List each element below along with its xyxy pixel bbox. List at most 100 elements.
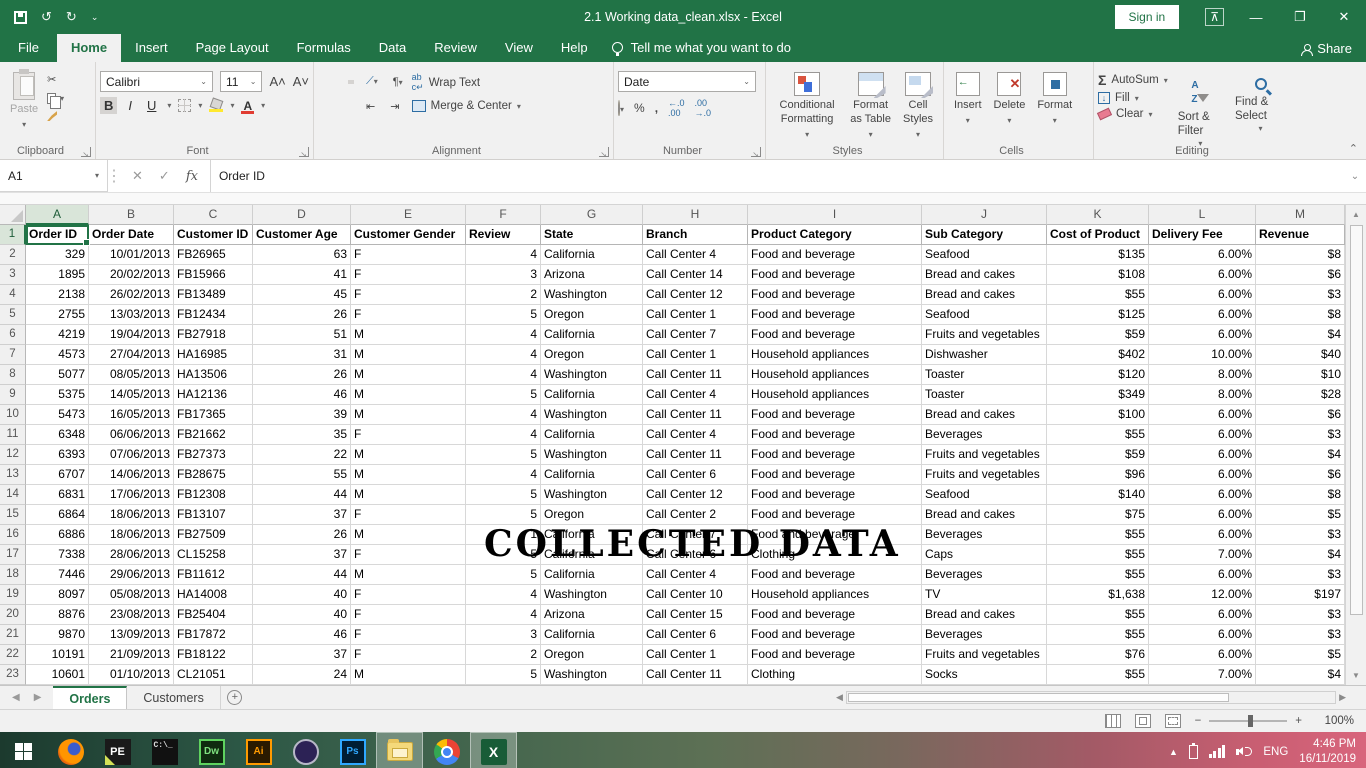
cell-M15[interactable]: $5 (1256, 505, 1345, 525)
close-button[interactable]: ✕ (1322, 0, 1366, 34)
zoom-slider-thumb[interactable] (1248, 715, 1253, 727)
cell-A11[interactable]: 6348 (26, 425, 89, 445)
cell-A2[interactable]: 329 (26, 245, 89, 265)
cell-C23[interactable]: CL21051 (174, 665, 253, 685)
cell-C18[interactable]: FB11612 (174, 565, 253, 585)
cell-H14[interactable]: Call Center 12 (643, 485, 748, 505)
next-sheet-icon[interactable]: ▶ (34, 692, 42, 703)
cell-H1[interactable]: Branch (643, 225, 748, 245)
cell-B4[interactable]: 26/02/2013 (89, 285, 174, 305)
cell-B17[interactable]: 28/06/2013 (89, 545, 174, 565)
cell-H9[interactable]: Call Center 4 (643, 385, 748, 405)
cell-F9[interactable]: 5 (466, 385, 541, 405)
cell-J2[interactable]: Seafood (922, 245, 1047, 265)
cell-M4[interactable]: $3 (1256, 285, 1345, 305)
cell-K21[interactable]: $55 (1047, 625, 1149, 645)
cell-D23[interactable]: 24 (253, 665, 351, 685)
cell-A6[interactable]: 4219 (26, 325, 89, 345)
text-direction-button[interactable]: ¶▾ (390, 74, 406, 90)
increase-decimal-button[interactable]: ←.0.00 (668, 98, 685, 118)
cell-I14[interactable]: Food and beverage (748, 485, 922, 505)
cell-H6[interactable]: Call Center 7 (643, 325, 748, 345)
cell-L22[interactable]: 6.00% (1149, 645, 1256, 665)
cell-A3[interactable]: 1895 (26, 265, 89, 285)
cell-A5[interactable]: 2755 (26, 305, 89, 325)
clock[interactable]: 4:46 PM 16/11/2019 (1299, 737, 1356, 766)
cell-K3[interactable]: $108 (1047, 265, 1149, 285)
cell-A20[interactable]: 8876 (26, 605, 89, 625)
shrink-font-button[interactable]: A˅ (293, 74, 309, 89)
row-header-14[interactable]: 14 (0, 485, 26, 505)
ribbon-tab-home[interactable]: Home (57, 34, 121, 62)
cell-F17[interactable]: 5 (466, 545, 541, 565)
italic-button[interactable]: I (124, 97, 136, 114)
align-right-button[interactable] (348, 105, 354, 109)
cell-J13[interactable]: Fruits and vegetables (922, 465, 1047, 485)
zoom-slider[interactable] (1209, 720, 1287, 722)
row-header-5[interactable]: 5 (0, 305, 26, 325)
file-explorer-taskbar-icon[interactable] (376, 732, 423, 768)
zoom-out-button[interactable]: − (1195, 715, 1202, 727)
row-header-13[interactable]: 13 (0, 465, 26, 485)
autosum-button[interactable]: Σ AutoSum▾ (1098, 72, 1168, 88)
middle-align-button[interactable] (333, 80, 339, 84)
cell-B15[interactable]: 18/06/2013 (89, 505, 174, 525)
dreamweaver-taskbar-icon[interactable]: Dw (188, 732, 235, 768)
tell-me-box[interactable]: Tell me what you want to do (602, 40, 801, 62)
insert-cells-button[interactable]: Insert▾ (948, 68, 988, 129)
ribbon-tab-view[interactable]: View (491, 34, 547, 62)
cell-M8[interactable]: $10 (1256, 365, 1345, 385)
cell-B13[interactable]: 14/06/2013 (89, 465, 174, 485)
cell-I16[interactable]: Food and beverage (748, 525, 922, 545)
number-format-select[interactable]: Date⌄ (618, 71, 756, 92)
cell-I21[interactable]: Food and beverage (748, 625, 922, 645)
cell-J11[interactable]: Beverages (922, 425, 1047, 445)
cell-E12[interactable]: M (351, 445, 466, 465)
cell-E13[interactable]: M (351, 465, 466, 485)
cell-G20[interactable]: Arizona (541, 605, 643, 625)
row-header-6[interactable]: 6 (0, 325, 26, 345)
cell-M19[interactable]: $197 (1256, 585, 1345, 605)
ribbon-tab-file[interactable]: File (0, 34, 57, 62)
cell-D9[interactable]: 46 (253, 385, 351, 405)
cell-B2[interactable]: 10/01/2013 (89, 245, 174, 265)
row-header-10[interactable]: 10 (0, 405, 26, 425)
cell-C3[interactable]: FB15966 (174, 265, 253, 285)
underline-button[interactable]: U (143, 97, 160, 114)
cell-L10[interactable]: 6.00% (1149, 405, 1256, 425)
cell-H12[interactable]: Call Center 11 (643, 445, 748, 465)
cell-I5[interactable]: Food and beverage (748, 305, 922, 325)
cell-F18[interactable]: 5 (466, 565, 541, 585)
cell-E5[interactable]: F (351, 305, 466, 325)
cell-I20[interactable]: Food and beverage (748, 605, 922, 625)
cell-F4[interactable]: 2 (466, 285, 541, 305)
cell-G9[interactable]: California (541, 385, 643, 405)
cell-L14[interactable]: 6.00% (1149, 485, 1256, 505)
column-header-I[interactable]: I (748, 205, 922, 225)
cell-C12[interactable]: FB27373 (174, 445, 253, 465)
column-header-D[interactable]: D (253, 205, 351, 225)
cell-B1[interactable]: Order Date (89, 225, 174, 245)
cell-H3[interactable]: Call Center 14 (643, 265, 748, 285)
tray-expand-icon[interactable]: ▲ (1169, 747, 1178, 757)
cell-H8[interactable]: Call Center 11 (643, 365, 748, 385)
cell-J12[interactable]: Fruits and vegetables (922, 445, 1047, 465)
cell-D5[interactable]: 26 (253, 305, 351, 325)
cell-F6[interactable]: 4 (466, 325, 541, 345)
normal-view-icon[interactable] (1105, 714, 1121, 728)
cell-C4[interactable]: FB13489 (174, 285, 253, 305)
page-layout-view-icon[interactable] (1135, 714, 1151, 728)
cell-G2[interactable]: California (541, 245, 643, 265)
wrap-text-button[interactable]: abc↵ Wrap Text (412, 72, 521, 93)
number-dialog-launcher-icon[interactable] (751, 147, 761, 157)
decrease-decimal-button[interactable]: .00→.0 (695, 98, 712, 118)
cell-M5[interactable]: $8 (1256, 305, 1345, 325)
cell-E2[interactable]: F (351, 245, 466, 265)
cell-E3[interactable]: F (351, 265, 466, 285)
cell-K10[interactable]: $100 (1047, 405, 1149, 425)
cell-M20[interactable]: $3 (1256, 605, 1345, 625)
cell-K22[interactable]: $76 (1047, 645, 1149, 665)
cell-J17[interactable]: Caps (922, 545, 1047, 565)
cell-H5[interactable]: Call Center 1 (643, 305, 748, 325)
cell-L7[interactable]: 10.00% (1149, 345, 1256, 365)
